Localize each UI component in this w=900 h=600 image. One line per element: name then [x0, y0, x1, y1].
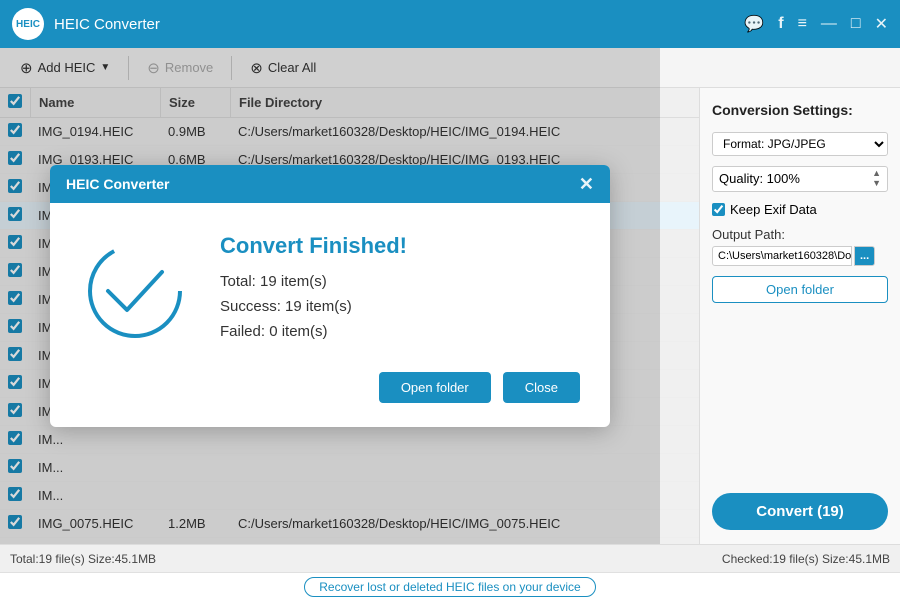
title-bar: HEIC HEIC Converter 💬 f ≡ — □ ✕ — [0, 0, 900, 48]
status-total: Total:19 file(s) Size:45.1MB — [10, 552, 156, 566]
keep-exif-row: Keep Exif Data — [712, 202, 888, 217]
maximize-button[interactable]: □ — [851, 15, 861, 33]
chat-icon[interactable]: 💬 — [744, 14, 764, 34]
modal-success: Success: 19 item(s) — [220, 298, 580, 315]
open-folder-button[interactable]: Open folder — [712, 276, 888, 303]
convert-button[interactable]: Convert (19) — [712, 493, 888, 530]
modal-failed: Failed: 0 item(s) — [220, 323, 580, 340]
menu-icon[interactable]: ≡ — [798, 15, 807, 33]
quality-value: Quality: 100% — [719, 171, 800, 186]
output-path-section: Output Path: C:\Users\market160328\Docu … — [712, 227, 888, 266]
format-row: Format: JPG/JPEG Format: PNG — [712, 132, 888, 156]
keep-exif-checkbox[interactable] — [712, 203, 725, 216]
output-path-display: C:\Users\market160328\Docu — [712, 246, 852, 266]
format-select[interactable]: Format: JPG/JPEG Format: PNG — [712, 132, 888, 156]
right-panel: Conversion Settings: Format: JPG/JPEG Fo… — [700, 88, 900, 544]
modal-overlay: HEIC Converter ✕ Convert Finished! Total… — [0, 48, 660, 544]
modal-content: Convert Finished! Total: 19 item(s) Succ… — [220, 233, 580, 348]
quality-row: Quality: 100% ▲ ▼ — [712, 166, 888, 192]
quality-arrows: ▲ ▼ — [872, 169, 881, 189]
modal-close-btn[interactable]: Close — [503, 372, 580, 403]
modal-header: HEIC Converter ✕ — [50, 165, 610, 203]
window-controls: 💬 f ≡ — □ ✕ — [744, 14, 888, 34]
status-bar: Total:19 file(s) Size:45.1MB Checked:19 … — [0, 544, 900, 572]
output-path-label: Output Path: — [712, 227, 888, 242]
quality-down-arrow[interactable]: ▼ — [872, 179, 881, 189]
bottom-bar: Recover lost or deleted HEIC files on yo… — [0, 572, 900, 600]
modal-total: Total: 19 item(s) — [220, 273, 580, 290]
modal-close-button[interactable]: ✕ — [579, 175, 594, 193]
modal-footer: Open folder Close — [50, 372, 610, 427]
modal-body: Convert Finished! Total: 19 item(s) Succ… — [50, 203, 610, 372]
facebook-icon[interactable]: f — [778, 15, 783, 33]
output-path-row: C:\Users\market160328\Docu ... — [712, 246, 888, 266]
keep-exif-label: Keep Exif Data — [730, 202, 817, 217]
close-button[interactable]: ✕ — [875, 14, 888, 34]
settings-title: Conversion Settings: — [712, 102, 888, 118]
minimize-button[interactable]: — — [821, 15, 837, 33]
modal-open-folder-button[interactable]: Open folder — [379, 372, 491, 403]
app-logo: HEIC — [12, 8, 44, 40]
spacer — [712, 313, 888, 483]
status-checked: Checked:19 file(s) Size:45.1MB — [722, 552, 890, 566]
success-icon — [80, 236, 190, 346]
output-path-browse-button[interactable]: ... — [854, 246, 875, 266]
modal-title: HEIC Converter — [66, 176, 169, 192]
modal-finished-title: Convert Finished! — [220, 233, 580, 259]
modal-dialog: HEIC Converter ✕ Convert Finished! Total… — [50, 165, 610, 427]
recover-link[interactable]: Recover lost or deleted HEIC files on yo… — [304, 577, 595, 597]
app-title: HEIC Converter — [54, 16, 744, 33]
